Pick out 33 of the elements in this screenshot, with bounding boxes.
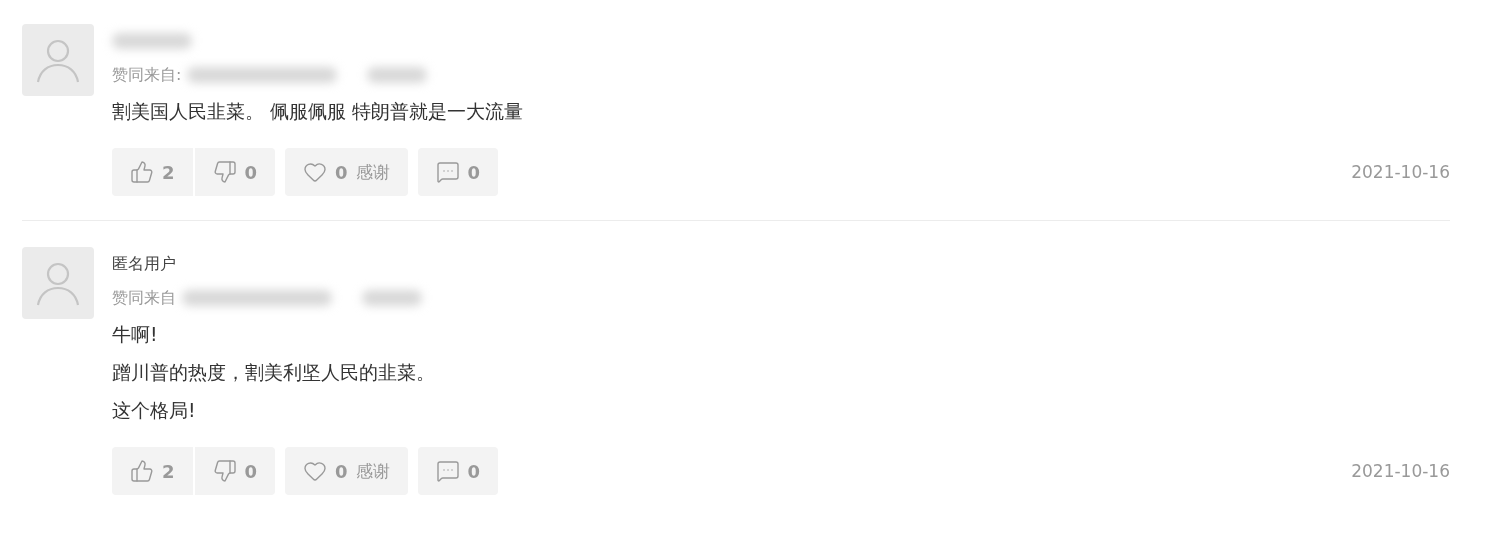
comment-date: 2021-10-16 <box>1351 461 1450 481</box>
thumbs-up-icon <box>130 459 154 483</box>
thumbs-down-icon <box>212 160 237 184</box>
reply-button[interactable]: 0 <box>417 148 499 196</box>
username[interactable]: 匿名用户 <box>112 253 176 275</box>
comment-text: 割美国人民韭菜。 佩服佩服 特朗普就是一大流量 <box>112 99 525 124</box>
thanks-button[interactable]: 0 感谢 <box>285 148 408 196</box>
user-avatar[interactable] <box>22 247 94 319</box>
comment-text: 这个格局! <box>112 398 197 423</box>
thumbs-down-icon <box>212 459 237 483</box>
thanks-button[interactable]: 0 感谢 <box>285 447 408 495</box>
reply-button[interactable]: 0 <box>417 447 499 495</box>
blurred-endorser <box>362 290 422 306</box>
comment-icon <box>435 459 460 483</box>
user-avatar[interactable] <box>22 24 94 96</box>
like-button[interactable]: 2 <box>112 447 193 495</box>
comment-icon <box>435 160 460 184</box>
thanks-count: 0 <box>335 460 348 482</box>
comment-date: 2021-10-16 <box>1351 162 1450 182</box>
thanks-label: 感谢 <box>355 459 390 483</box>
dislike-button[interactable]: 0 <box>192 447 276 495</box>
like-button[interactable]: 2 <box>112 148 193 196</box>
thanks-count: 0 <box>335 161 348 183</box>
thanks-label: 感谢 <box>355 160 390 184</box>
blurred-endorser <box>367 67 428 83</box>
endorsed-by-label: 赞同来自 <box>112 287 176 309</box>
comment-text: 牛啊! <box>112 322 159 347</box>
heart-icon <box>303 160 328 184</box>
comment-text: 蹭川普的热度，割美利坚人民的韭菜。 <box>112 360 436 385</box>
endorsed-by-label: 赞同来自: <box>112 64 182 86</box>
dislike-button[interactable]: 0 <box>192 148 276 196</box>
thumbs-up-icon <box>130 160 154 184</box>
heart-icon <box>303 459 328 483</box>
